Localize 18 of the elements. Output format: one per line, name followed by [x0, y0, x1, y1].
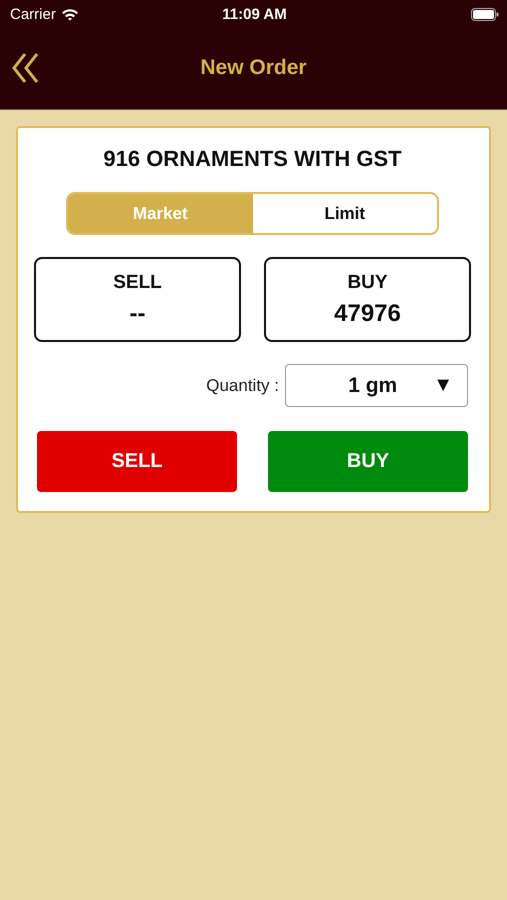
dropdown-arrow: ▼ [433, 374, 453, 397]
screen-title: New Order [199, 56, 308, 80]
price-label: BUY [347, 272, 388, 294]
quantity-value: 1 gm [348, 374, 398, 398]
carrier-label: Carrier [10, 6, 56, 22]
quantity-dropdown[interactable]: 1 gm ▼ [285, 364, 468, 407]
price-label: SELL [113, 272, 162, 294]
price-value: -- [130, 300, 146, 328]
battery-icon [471, 8, 499, 20]
double-chevron-left-icon [11, 52, 39, 84]
buy-button[interactable]: BUY [268, 431, 468, 492]
wifi-icon [60, 8, 79, 20]
sell-button[interactable]: SELL [37, 431, 237, 492]
back-button[interactable] [11, 52, 39, 84]
quantity-label: Quantity : [206, 376, 279, 396]
product-title: 916 ORNAMENTS WITH GST [102, 146, 403, 172]
price-value: 47976 [334, 300, 401, 328]
status-time: 11:09 AM [222, 6, 287, 22]
